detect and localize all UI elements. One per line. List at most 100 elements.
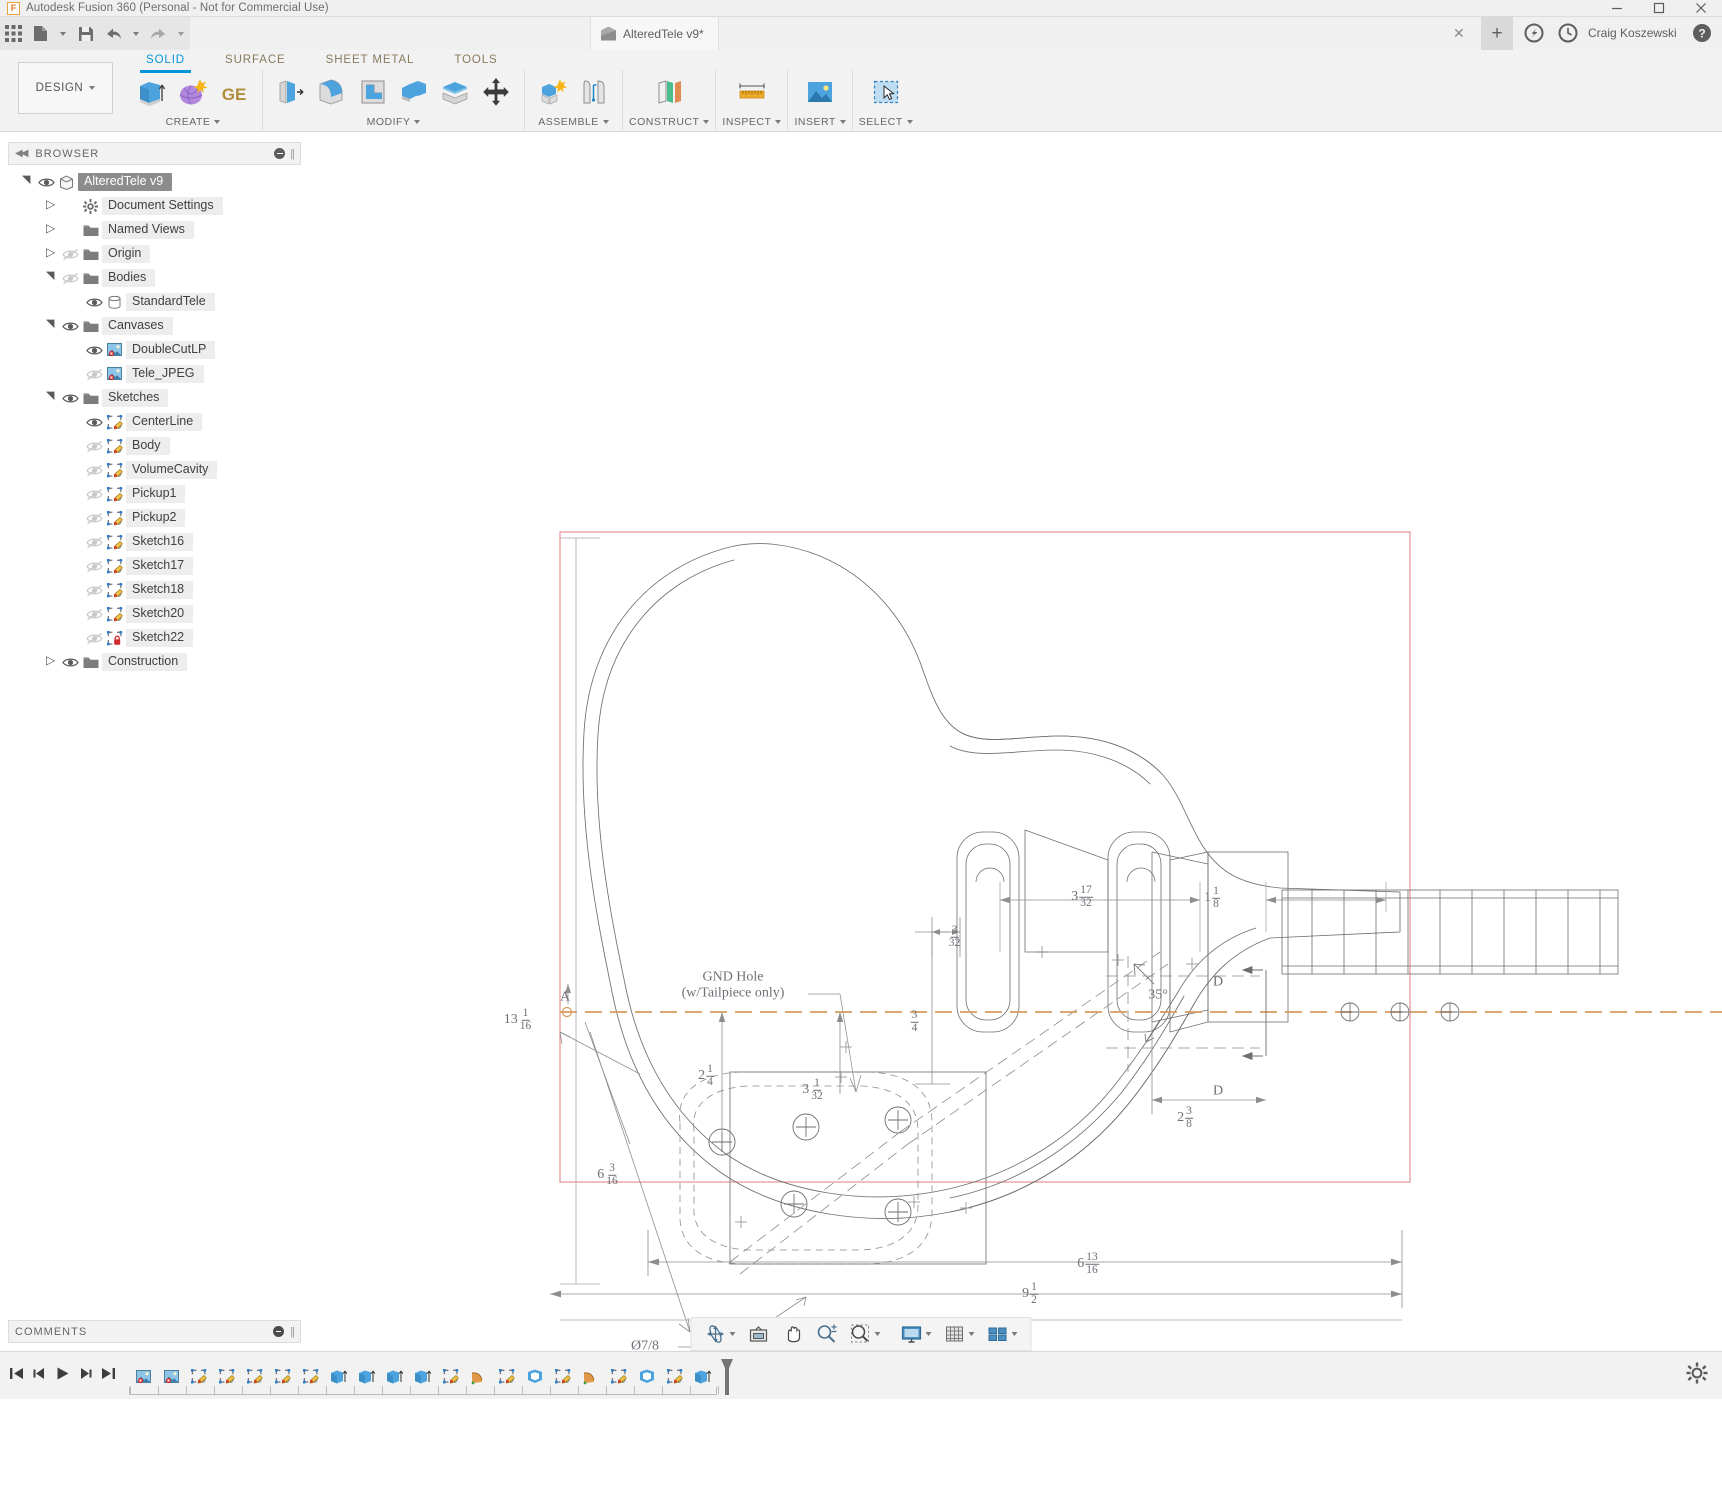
- expand-open-icon[interactable]: [22, 176, 35, 189]
- visibility-eye-icon[interactable]: [83, 440, 105, 453]
- expand-closed-icon[interactable]: [46, 224, 59, 237]
- canvas-viewport[interactable]: 13116AGND Hole(w/Tailpiece only)31732332…: [301, 152, 1722, 1309]
- document-tab[interactable]: AlteredTele v9*: [590, 17, 719, 50]
- play-icon[interactable]: [54, 1365, 71, 1387]
- settings-gear-icon[interactable]: [1686, 1362, 1708, 1389]
- visibility-eye-icon[interactable]: [83, 512, 105, 525]
- visibility-eye-icon[interactable]: [83, 608, 105, 621]
- go-to-beginning-icon[interactable]: [8, 1365, 25, 1387]
- expand-open-icon[interactable]: [46, 320, 59, 333]
- select-window-icon[interactable]: [867, 72, 905, 112]
- visibility-eye-icon[interactable]: [59, 320, 81, 333]
- visibility-eye-icon[interactable]: [83, 560, 105, 573]
- visibility-eye-icon[interactable]: [83, 368, 105, 381]
- panel-create-label-row[interactable]: CREATE: [166, 114, 221, 130]
- form-tool-icon[interactable]: [174, 72, 212, 112]
- extensions-icon[interactable]: [1524, 23, 1544, 48]
- visibility-eye-icon[interactable]: [83, 344, 105, 357]
- visibility-eye-icon[interactable]: [59, 392, 81, 405]
- panel-assemble-label-row[interactable]: ASSEMBLE: [538, 114, 609, 130]
- browser-collapse-all-icon[interactable]: [274, 148, 285, 159]
- offset-plane-icon[interactable]: [650, 72, 688, 112]
- comments-resize-grip[interactable]: ||: [290, 1326, 294, 1338]
- combine-icon[interactable]: [395, 72, 433, 112]
- comments-panel[interactable]: COMMENTS ||: [8, 1320, 301, 1343]
- browser-item-tele-jpeg[interactable]: Tele_JPEG: [8, 362, 301, 386]
- new-document-tab-button[interactable]: +: [1481, 17, 1513, 50]
- zoom-button[interactable]: [811, 1319, 843, 1349]
- close-button[interactable]: [1680, 0, 1722, 17]
- split-face-icon[interactable]: [436, 72, 474, 112]
- zoom-window-button[interactable]: [845, 1319, 886, 1349]
- generative-design-icon[interactable]: GE: [215, 72, 253, 112]
- panel-insert-label-row[interactable]: INSERT: [794, 114, 845, 130]
- fillet-icon[interactable]: [313, 72, 351, 112]
- insert-canvas-icon[interactable]: [801, 72, 839, 112]
- expand-open-icon[interactable]: [46, 272, 59, 285]
- tab-sheet-metal[interactable]: SHEET METAL: [306, 50, 435, 70]
- new-file-icon[interactable]: [27, 17, 54, 50]
- panel-inspect-label-row[interactable]: INSPECT: [722, 114, 781, 130]
- collapse-left-icon[interactable]: ◀◀: [15, 148, 26, 159]
- browser-item-document-settings[interactable]: Document Settings: [8, 194, 301, 218]
- browser-item-standardtele[interactable]: StandardTele: [8, 290, 301, 314]
- visibility-eye-icon[interactable]: [83, 488, 105, 501]
- visibility-eye-icon[interactable]: [83, 416, 105, 429]
- shell-icon[interactable]: [354, 72, 392, 112]
- viewports-button[interactable]: [982, 1319, 1023, 1349]
- look-at-button[interactable]: [743, 1319, 775, 1349]
- grid-snaps-button[interactable]: [939, 1319, 980, 1349]
- browser-item-alteredtele-v9[interactable]: AlteredTele v9: [8, 170, 301, 194]
- browser-item-centerline[interactable]: CenterLine: [8, 410, 301, 434]
- pan-button[interactable]: [777, 1319, 809, 1349]
- step-back-icon[interactable]: [31, 1365, 48, 1387]
- undo-icon[interactable]: [100, 17, 127, 50]
- visibility-eye-icon[interactable]: [59, 248, 81, 261]
- press-pull-icon[interactable]: [272, 72, 310, 112]
- panel-select-label-row[interactable]: SELECT: [859, 114, 913, 130]
- browser-item-pickup2[interactable]: Pickup2: [8, 506, 301, 530]
- move-copy-icon[interactable]: [477, 72, 515, 112]
- measure-icon[interactable]: [733, 72, 771, 112]
- joint-icon[interactable]: [575, 72, 613, 112]
- go-to-end-icon[interactable]: [100, 1365, 117, 1387]
- browser-item-body[interactable]: Body: [8, 434, 301, 458]
- browser-item-volumecavity[interactable]: VolumeCavity: [8, 458, 301, 482]
- timeline-end-marker[interactable]: [719, 1359, 733, 1393]
- browser-item-sketch22[interactable]: Sketch22: [8, 626, 301, 650]
- extrude-tool-icon[interactable]: [133, 72, 171, 112]
- save-icon[interactable]: [72, 17, 99, 50]
- activate-component-radio[interactable]: [177, 176, 190, 189]
- visibility-eye-icon[interactable]: [35, 176, 57, 189]
- browser-item-sketch20[interactable]: Sketch20: [8, 602, 301, 626]
- browser-item-sketches[interactable]: Sketches: [8, 386, 301, 410]
- document-tab-close-icon[interactable]: ✕: [1453, 26, 1465, 40]
- help-icon[interactable]: ?: [1692, 23, 1712, 48]
- visibility-eye-icon[interactable]: [83, 536, 105, 549]
- job-status-clock-icon[interactable]: [1558, 23, 1578, 48]
- maximize-button[interactable]: [1638, 0, 1680, 17]
- browser-resize-grip[interactable]: ||: [290, 148, 294, 160]
- browser-item-origin[interactable]: Origin: [8, 242, 301, 266]
- step-forward-icon[interactable]: [77, 1365, 94, 1387]
- comments-collapse-icon[interactable]: [273, 1326, 284, 1337]
- browser-item-sketch17[interactable]: Sketch17: [8, 554, 301, 578]
- tab-tools[interactable]: TOOLS: [434, 50, 517, 70]
- browser-item-pickup1[interactable]: Pickup1: [8, 482, 301, 506]
- visibility-eye-icon[interactable]: [83, 296, 105, 309]
- browser-item-construction[interactable]: Construction: [8, 650, 301, 674]
- visibility-eye-icon[interactable]: [59, 656, 81, 669]
- account-name[interactable]: Craig Koszewski: [1588, 26, 1677, 40]
- orbit-button[interactable]: [700, 1319, 741, 1349]
- visibility-eye-icon[interactable]: [83, 632, 105, 645]
- expand-closed-icon[interactable]: [46, 200, 59, 213]
- new-file-dropdown[interactable]: [54, 17, 72, 50]
- browser-item-sketch18[interactable]: Sketch18: [8, 578, 301, 602]
- panel-construct-label-row[interactable]: CONSTRUCT: [629, 114, 709, 130]
- redo-dropdown[interactable]: [172, 17, 190, 50]
- minimize-button[interactable]: [1596, 0, 1638, 17]
- display-settings-button[interactable]: [896, 1319, 937, 1349]
- workspace-switcher-design[interactable]: DESIGN: [18, 62, 113, 114]
- visibility-eye-icon[interactable]: [59, 272, 81, 285]
- app-grid-icon[interactable]: [0, 17, 27, 50]
